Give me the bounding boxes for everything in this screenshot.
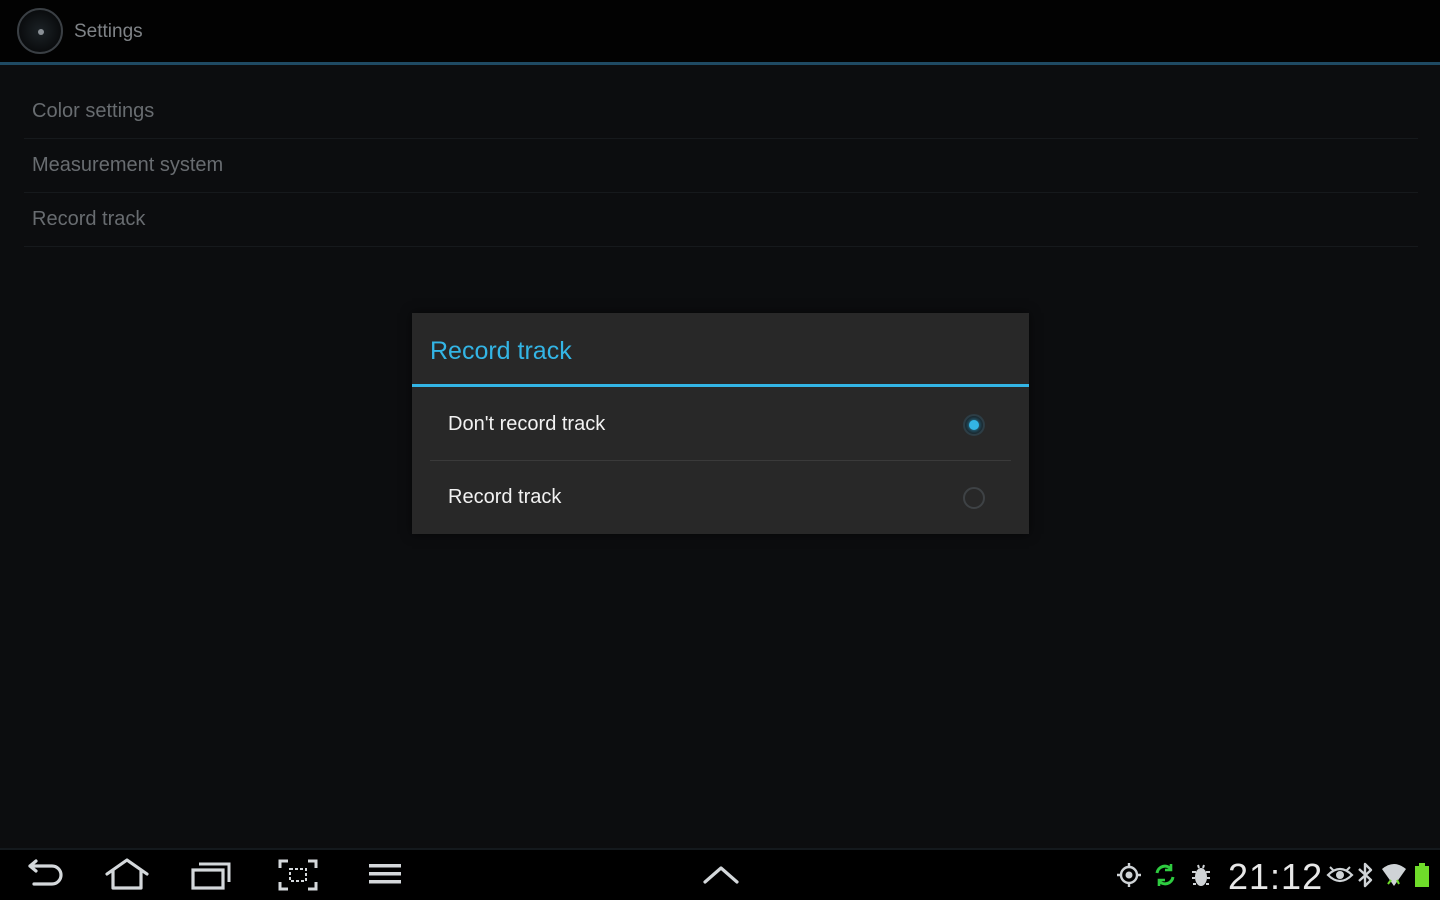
- dialog-title-divider: [412, 384, 1029, 387]
- preference-list: Color settings Measurement system Record…: [24, 85, 1418, 247]
- up-arrow-icon[interactable]: [700, 862, 742, 888]
- preference-item-color-settings[interactable]: Color settings: [24, 85, 1418, 139]
- status-clock: 21:12: [1228, 856, 1324, 897]
- usb-debug-icon: [1190, 862, 1212, 888]
- app-gauge-icon-center: [38, 29, 44, 35]
- page-title: Settings: [74, 21, 143, 42]
- preference-label: Record track: [32, 208, 146, 230]
- screenshot-icon[interactable]: [277, 858, 319, 892]
- option-divider: [430, 460, 1011, 461]
- back-icon[interactable]: [24, 858, 66, 892]
- menu-icon[interactable]: [366, 860, 406, 890]
- radio-button-unchecked[interactable]: [963, 487, 985, 509]
- battery-icon: [1412, 862, 1432, 888]
- radio-button-checked[interactable]: [963, 414, 985, 436]
- recent-apps-icon[interactable]: [190, 858, 232, 892]
- home-icon[interactable]: [104, 857, 150, 891]
- eye-icon: [1326, 863, 1354, 887]
- preference-label: Measurement system: [32, 154, 224, 176]
- gps-icon: [1116, 862, 1142, 888]
- sync-icon: [1152, 862, 1178, 888]
- app-gauge-icon[interactable]: [17, 8, 63, 54]
- option-label: Record track: [448, 486, 562, 508]
- option-record-track[interactable]: Record track: [412, 462, 1029, 534]
- option-dont-record-track[interactable]: Don't record track: [412, 389, 1029, 461]
- bluetooth-icon: [1356, 862, 1376, 888]
- preference-item-record-track[interactable]: Record track: [24, 193, 1418, 247]
- preference-label: Color settings: [32, 100, 155, 122]
- wifi-icon: [1380, 860, 1408, 888]
- record-track-dialog: Record track Don't record track Record t…: [412, 313, 1029, 534]
- action-bar: Settings: [0, 0, 1440, 65]
- option-label: Don't record track: [448, 413, 606, 435]
- dialog-title: Record track: [430, 337, 572, 365]
- preference-item-measurement-system[interactable]: Measurement system: [24, 139, 1418, 193]
